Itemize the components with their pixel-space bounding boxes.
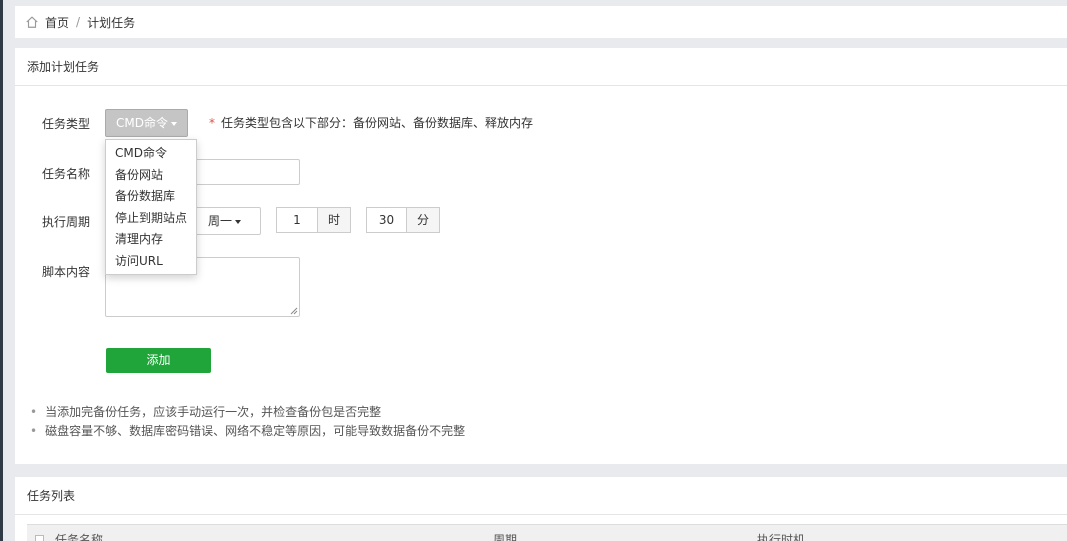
resize-handle-icon[interactable] <box>290 307 298 315</box>
tips-list: 当添加完备份任务，应该手动运行一次，并检查备份包是否完整 磁盘容量不够、数据库密… <box>30 403 465 441</box>
add-button[interactable]: 添加 <box>106 348 211 373</box>
menu-item-stop-expired-site[interactable]: 停止到期站点 <box>106 208 196 230</box>
sidebar-edge <box>0 0 3 541</box>
hint-text: 任务类型包含以下部分：备份网站、备份数据库、释放内存 <box>221 116 534 130</box>
script-label: 脚本内容 <box>42 265 91 279</box>
select-all-checkbox[interactable] <box>35 535 44 541</box>
hour-unit: 时 <box>317 207 351 233</box>
breadcrumb-current: 计划任务 <box>87 15 136 30</box>
weekday-dropdown[interactable]: 周一 <box>195 207 261 235</box>
task-type-hint: * 任务类型包含以下部分：备份网站、备份数据库、释放内存 <box>209 114 533 131</box>
menu-item-visit-url[interactable]: 访问URL <box>106 251 196 273</box>
task-type-dropdown[interactable]: CMD命令 <box>105 109 188 137</box>
task-type-label: 任务类型 <box>42 117 91 131</box>
menu-item-backup-database[interactable]: 备份数据库 <box>106 186 196 208</box>
add-task-title: 添加计划任务 <box>15 48 1067 86</box>
breadcrumb: 首页 / 计划任务 <box>15 6 1067 38</box>
column-exec-time[interactable]: 执行时机 <box>757 531 805 541</box>
column-period[interactable]: 周期 <box>493 531 517 541</box>
add-task-panel: 添加计划任务 任务类型 CMD命令 * 任务类型包含以下部分：备份网站、备份数据库… <box>15 48 1067 464</box>
task-name-label: 任务名称 <box>42 167 91 181</box>
tip-item: 磁盘容量不够、数据库密码错误、网络不稳定等原因，可能导致数据备份不完整 <box>30 422 465 441</box>
minute-unit: 分 <box>406 207 440 233</box>
period-label: 执行周期 <box>42 215 91 229</box>
caret-down-icon <box>170 121 177 126</box>
minute-input[interactable]: 30 <box>366 207 407 233</box>
menu-item-backup-site[interactable]: 备份网站 <box>106 165 196 187</box>
task-list-title: 任务列表 <box>15 477 1067 515</box>
hour-input[interactable]: 1 <box>276 207 318 233</box>
home-icon[interactable] <box>25 15 39 29</box>
weekday-selected: 周一 <box>208 214 233 228</box>
menu-item-clear-memory[interactable]: 清理内存 <box>106 229 196 251</box>
caret-down-icon <box>235 219 242 224</box>
menu-item-cmd[interactable]: CMD命令 <box>106 143 196 165</box>
required-star: * <box>209 116 215 130</box>
breadcrumb-home[interactable]: 首页 <box>45 14 69 31</box>
task-list-panel: 任务列表 任务名称 周期 执行时机 <box>15 477 1067 541</box>
task-type-menu: CMD命令 备份网站 备份数据库 停止到期站点 清理内存 访问URL <box>105 139 197 275</box>
task-type-selected: CMD命令 <box>116 116 168 130</box>
column-task-name[interactable]: 任务名称 <box>55 531 103 541</box>
task-table-header: 任务名称 周期 执行时机 <box>27 524 1067 541</box>
breadcrumb-separator: / <box>76 15 81 29</box>
tip-item: 当添加完备份任务，应该手动运行一次，并检查备份包是否完整 <box>30 403 465 422</box>
